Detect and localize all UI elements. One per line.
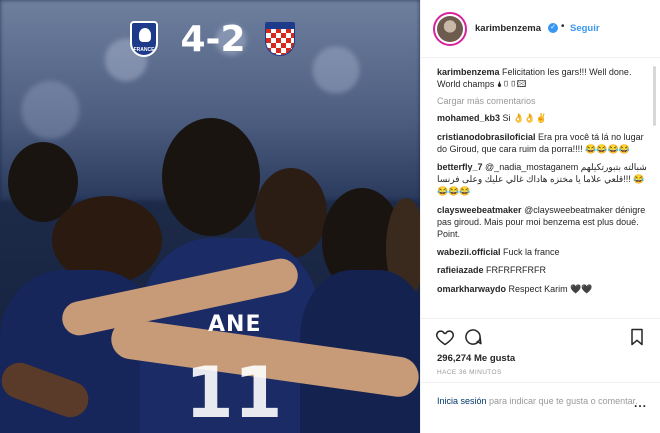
login-prompt: Inicia sesión para indicar que te gusta … [421,382,660,433]
list-item: wabezii.official Fuck la france [437,246,651,258]
jersey-number: 11 [185,352,283,433]
load-more-comments-link[interactable]: Cargar más comentarios [437,96,651,106]
list-item: cristianodobrasiloficial Era pra você tá… [437,131,651,155]
likes-count[interactable]: 296,274 Me gusta [437,353,515,364]
header-separator: • [561,21,565,32]
comment-username[interactable]: wabezii.official [437,247,501,257]
post-photo[interactable]: ANE 11 FRANCE 4-2 [0,0,420,433]
follow-button[interactable]: Seguir [570,23,600,34]
more-options-button[interactable]: ... [634,397,647,410]
france-crest-icon: FRANCE [130,21,158,57]
comment-text: Si 👌👌✌ [502,113,547,124]
post-sidebar: karimbenzema ✓ • Seguir karimbenzema Fel… [420,0,660,433]
header-username[interactable]: karimbenzema [475,23,541,34]
comment-text: Fuck la france [503,247,560,258]
bookmark-icon[interactable] [627,327,647,347]
heart-icon[interactable] [435,327,455,347]
match-score: 4-2 [180,19,246,60]
verified-badge-icon: ✓ [548,23,558,33]
score-banner: FRANCE 4-2 [0,18,420,62]
post-timestamp[interactable]: HACE 36 MINUTOS [437,369,502,376]
comments-list[interactable]: karimbenzema Felicitation les gars!!! We… [437,66,651,316]
comment-username[interactable]: omarkharwaydo [437,284,506,294]
comment-text: FRFRFRFRFR [486,265,547,276]
caption-username[interactable]: karimbenzema [437,67,500,77]
croatia-crest-icon [265,22,295,56]
crest-text: FRANCE [133,47,155,53]
list-item: rafieiazade FRFRFRFRFR [437,264,651,276]
list-item: betterfly_7 @_nadia_mostaganem شبالته بت… [437,161,651,198]
list-item: mohamed_kb3 Si 👌👌✌ [437,112,651,124]
comment-username[interactable]: betterfly_7 [437,162,483,172]
comment-username[interactable]: cristianodobrasiloficial [437,132,536,142]
avatar[interactable] [433,12,467,46]
comment-text: Respect Karim 🖤🖤 [508,283,593,294]
comment-username[interactable]: mohamed_kb3 [437,113,500,123]
player-head-center [162,118,260,236]
post-header: karimbenzema ✓ • Seguir [421,0,660,58]
list-item: claysweebeatmaker @claysweebeatmaker dén… [437,204,651,241]
list-item: omarkharwaydo Respect Karim 🖤🖤 [437,283,651,295]
comments-scrollbar[interactable] [653,66,656,126]
crest-top-band [266,23,294,29]
login-prompt-text: para indicar que te gusta o comentar. [486,396,638,406]
comment-username[interactable]: claysweebeatmaker [437,205,522,215]
comment-icon[interactable] [463,327,483,347]
rooster-icon [139,28,151,42]
login-link[interactable]: Inicia sesión [437,396,487,406]
avatar-image [437,16,463,42]
caption: karimbenzema Felicitation les gars!!! We… [437,66,651,90]
comment-username[interactable]: rafieiazade [437,265,484,275]
jersey-name: ANE [208,312,262,337]
